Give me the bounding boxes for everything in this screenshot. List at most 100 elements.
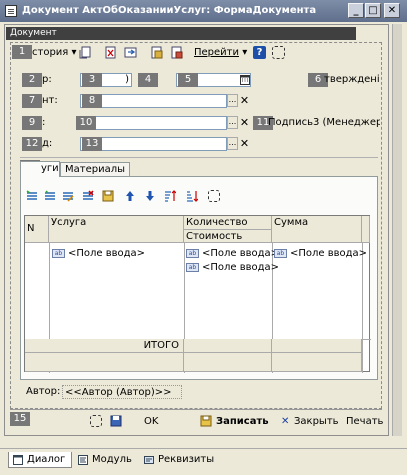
minimize-button[interactable]: _ [348, 3, 364, 18]
tab-attributes-label: Реквизиты [158, 454, 215, 465]
service-input-cell[interactable]: ab <Поле ввода> [52, 247, 145, 260]
help-icon[interactable]: ? [253, 46, 266, 59]
total-sum-cell [272, 339, 362, 353]
organization-label: д: [42, 138, 53, 149]
move-up-icon[interactable] [124, 190, 136, 202]
marker-9: 9 [22, 116, 42, 130]
agreement-select-button[interactable]: ... [227, 116, 238, 129]
agreement-field[interactable] [80, 116, 227, 130]
chevron-down-icon: ▾ [242, 47, 248, 58]
add-copy-icon[interactable] [78, 46, 92, 59]
move-down-icon[interactable] [144, 190, 156, 202]
form-header: Документ [6, 27, 386, 40]
cost-input-placeholder: <Поле ввода> [202, 262, 280, 273]
contractor-field[interactable] [80, 94, 227, 108]
author-label: Автор: [26, 386, 61, 397]
quantity-input-cell[interactable]: ab <Поле ввода> [186, 247, 279, 260]
marker-2: 2 [22, 73, 42, 87]
marker-4: 4 [138, 73, 158, 87]
marker-8: 8 [82, 94, 102, 108]
vertical-scrollbar[interactable] [392, 24, 402, 436]
document-icon [5, 5, 17, 17]
module-icon [78, 455, 88, 465]
copy-row-icon[interactable] [44, 190, 56, 202]
customize-list-icon[interactable] [208, 190, 220, 202]
save-button[interactable]: Записать [216, 415, 269, 429]
calendar-icon[interactable] [240, 74, 250, 85]
tab-module[interactable]: Модуль [74, 452, 138, 468]
contractor-label: нт: [42, 95, 58, 106]
column-header-n[interactable]: N [25, 216, 49, 243]
text-field-icon: ab [186, 248, 199, 258]
ok-button[interactable]: OK [144, 415, 158, 429]
total-row-2 [25, 353, 184, 372]
edit-row-icon[interactable] [62, 190, 74, 202]
add-row-icon[interactable] [26, 190, 38, 202]
tab-services[interactable]: уги [20, 161, 60, 177]
text-field-icon: ab [274, 248, 287, 258]
designer-window: Документ АктОбОказанииУслуг: ФормаДокуме… [0, 0, 407, 475]
sort-desc-icon[interactable] [186, 190, 198, 202]
save-icon[interactable] [200, 415, 212, 427]
column-header-service[interactable]: Услуга [49, 216, 184, 243]
delete-doc-icon[interactable] [104, 46, 118, 59]
signature-label: Подпись3 (Менеджер)> [268, 117, 380, 128]
marker-10: 10 [76, 116, 96, 130]
sum-input-placeholder: <Поле ввода> [290, 248, 368, 259]
column-header-cost[interactable]: Стоимость [184, 230, 272, 243]
marker-5: 5 [178, 73, 198, 87]
sum-input-cell[interactable]: ab <Поле ввода> [274, 247, 367, 260]
column-header-extra [362, 216, 370, 243]
tab-materials[interactable]: Материалы [60, 162, 130, 177]
post-icon[interactable] [150, 46, 164, 59]
tab-dialog[interactable]: Диалог [8, 452, 73, 468]
agreement-clear-button[interactable]: ✕ [239, 116, 250, 129]
print-button[interactable]: Печать [346, 415, 383, 429]
attributes-icon [144, 456, 154, 464]
close-x-icon[interactable]: ✕ [281, 415, 289, 429]
customize-icon[interactable] [272, 46, 285, 59]
separator [10, 409, 382, 410]
menu-goto[interactable]: Перейти ▾ [194, 46, 247, 60]
total-label: ИТОГО [25, 339, 184, 353]
services-table[interactable]: N Услуга Количество Стоимость Сумма ab <П… [24, 215, 371, 373]
marker-12: 12 [22, 137, 42, 151]
service-input-placeholder: <Поле ввода> [68, 248, 146, 259]
column-header-sum[interactable]: Сумма [272, 216, 362, 243]
save-close-icon[interactable] [110, 415, 122, 427]
organization-field[interactable] [80, 137, 227, 151]
maximize-button[interactable]: □ [365, 3, 381, 18]
organization-clear-button[interactable]: ✕ [239, 137, 250, 150]
delete-row-icon[interactable] [82, 190, 94, 202]
text-field-icon: ab [186, 262, 199, 272]
number-value: ) [125, 74, 129, 85]
end-edit-icon[interactable] [102, 190, 114, 202]
number-label: р: [42, 74, 52, 85]
contractor-clear-button[interactable]: ✕ [239, 94, 250, 107]
form-header-title: Документ [10, 28, 57, 38]
marker-3: 3 [82, 73, 102, 87]
customize-bottom-icon[interactable] [90, 415, 102, 427]
contractor-select-button[interactable]: ... [227, 94, 238, 107]
marker-15: 15 [10, 412, 30, 426]
total-row-2-sum [272, 353, 362, 372]
sort-asc-icon[interactable] [164, 190, 176, 202]
author-value: <<Автор (Автор)>> [62, 385, 182, 399]
cost-input-cell[interactable]: ab <Поле ввода> [186, 261, 279, 274]
tab-services-label: уги [41, 163, 59, 174]
menu-actions[interactable]: стория ▾ [32, 46, 77, 60]
column-header-quantity[interactable]: Количество [184, 216, 272, 230]
refresh-icon[interactable] [124, 46, 138, 59]
unpost-icon[interactable] [170, 46, 184, 59]
tab-attributes[interactable]: Реквизиты [140, 452, 220, 468]
marker-1: 1 [12, 45, 32, 59]
chevron-down-icon: ▾ [71, 47, 77, 58]
close-window-button[interactable]: ✕ [384, 3, 400, 18]
menu-goto-label: Перейти [194, 47, 239, 58]
approved-checkbox-label[interactable]: тверждені [324, 73, 380, 87]
close-button[interactable]: Закрыть [294, 415, 339, 429]
total-row-2-quantity [184, 353, 272, 372]
organization-select-button[interactable]: ... [227, 137, 238, 150]
tab-dialog-label: Диалог [27, 454, 66, 465]
quantity-input-placeholder: <Поле ввода> [202, 248, 280, 259]
